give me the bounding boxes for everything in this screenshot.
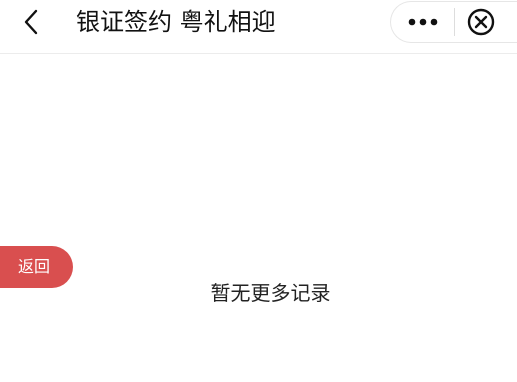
empty-state-message: 暂无更多记录 (210, 281, 331, 305)
navigation-bar: 银证签约 粤礼相迎 (0, 0, 517, 54)
mini-program-capsule (390, 1, 517, 43)
back-button[interactable] (14, 7, 50, 37)
chevron-left-icon (24, 9, 38, 35)
more-button[interactable] (391, 2, 454, 42)
page-title: 银证签约 粤礼相迎 (76, 8, 276, 36)
more-dots-icon (408, 18, 437, 26)
close-circle-icon (467, 8, 495, 36)
page: 银证签约 粤礼相迎 返回 暂无更多记录 (0, 0, 517, 382)
close-button[interactable] (459, 2, 503, 42)
capsule-divider (454, 8, 455, 36)
